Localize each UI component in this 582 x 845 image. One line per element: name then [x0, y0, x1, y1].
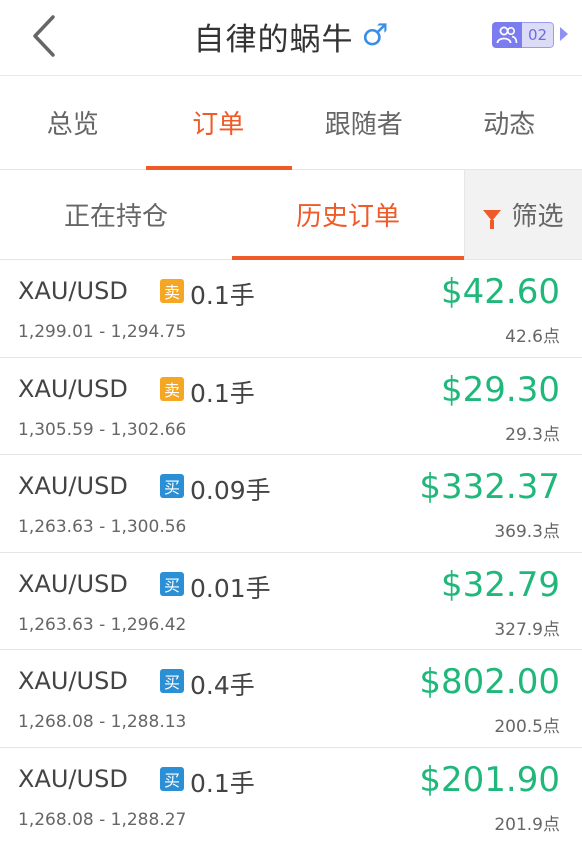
- group-users-icon: [492, 22, 522, 48]
- order-points: 42.6点: [505, 327, 560, 347]
- group-count: 02: [522, 22, 554, 48]
- order-lots: 0.1手: [190, 378, 255, 408]
- order-points: 29.3点: [505, 424, 560, 445]
- order-symbol: XAU/USD: [18, 569, 128, 598]
- order-lots: 0.1手: [190, 768, 255, 798]
- order-profit: $29.30: [441, 369, 560, 410]
- order-lots: 0.09手: [190, 476, 271, 506]
- subtab-open-positions[interactable]: 正在持仓: [0, 170, 232, 259]
- sell-badge: 卖: [160, 279, 184, 303]
- filter-label: 筛选: [511, 202, 564, 232]
- history-order-list: XAU/USD 卖 0.1手 1,299.01 - 1,294.75 $42.6…: [0, 260, 582, 845]
- tab-orders[interactable]: 订单: [145, 76, 291, 170]
- caret-right-icon[interactable]: [560, 27, 568, 41]
- order-points: 201.9点: [494, 814, 560, 835]
- order-price-range: 1,263.63 - 1,296.42: [18, 614, 187, 635]
- order-row[interactable]: XAU/USD 买 0.01手 1,263.63 - 1,296.42 $32.…: [0, 553, 582, 651]
- sell-badge: 卖: [160, 376, 184, 401]
- main-tabs: 总览 订单 跟随者 动态: [0, 76, 582, 170]
- order-symbol: XAU/USD: [18, 764, 128, 793]
- tab-followers[interactable]: 跟随者: [291, 76, 437, 169]
- buy-badge: 买: [160, 474, 184, 499]
- order-row[interactable]: XAU/USD 卖 0.1手 1,299.01 - 1,294.75 $42.6…: [0, 260, 582, 358]
- order-points: 327.9点: [494, 619, 560, 640]
- filter-button[interactable]: 筛选: [464, 170, 582, 259]
- order-row[interactable]: XAU/USD 买 0.09手 1,263.63 - 1,300.56 $332…: [0, 455, 582, 553]
- order-profit: $32.79: [441, 564, 560, 605]
- order-subtabs: 正在持仓 历史订单 筛选: [0, 170, 582, 260]
- order-price-range: 1,299.01 - 1,294.75: [18, 322, 187, 342]
- page-title: 自律的蜗牛: [193, 21, 354, 58]
- order-points: 369.3点: [494, 522, 560, 543]
- order-lots: 0.4手: [190, 671, 255, 701]
- order-profit: $201.90: [419, 759, 560, 800]
- order-price-range: 1,268.08 - 1,288.13: [18, 712, 187, 733]
- order-symbol: XAU/USD: [18, 667, 128, 696]
- tab-activity[interactable]: 动态: [437, 76, 582, 169]
- order-price-range: 1,268.08 - 1,288.27: [18, 809, 187, 830]
- buy-badge: 买: [160, 571, 184, 596]
- tab-overview[interactable]: 总览: [0, 76, 146, 169]
- subtab-history-orders[interactable]: 历史订单: [232, 170, 464, 260]
- group-button[interactable]: 02: [492, 22, 554, 48]
- order-symbol: XAU/USD: [18, 472, 128, 501]
- buy-badge: 买: [160, 766, 184, 791]
- funnel-icon: [483, 210, 502, 229]
- order-points: 200.5点: [494, 717, 560, 738]
- order-lots: 0.01手: [190, 573, 271, 603]
- back-button[interactable]: [24, 12, 64, 60]
- order-price-range: 1,305.59 - 1,302.66: [18, 419, 187, 440]
- order-profit: $332.37: [419, 467, 560, 508]
- order-row[interactable]: XAU/USD 买 0.1手 1,268.08 - 1,288.27 $201.…: [0, 748, 582, 845]
- top-bar: 自律的蜗牛 ♂ 02: [0, 0, 582, 76]
- order-row[interactable]: XAU/USD 买 0.4手 1,268.08 - 1,288.13 $802.…: [0, 650, 582, 748]
- order-profit: $802.00: [419, 662, 560, 703]
- order-lots: 0.1手: [190, 281, 255, 310]
- order-symbol: XAU/USD: [18, 374, 128, 403]
- order-profit: $42.60: [441, 272, 560, 312]
- order-symbol: XAU/USD: [18, 277, 128, 305]
- male-gender-icon: ♂: [361, 18, 389, 53]
- order-price-range: 1,263.63 - 1,300.56: [18, 517, 187, 538]
- chevron-left-icon: [33, 15, 55, 57]
- buy-badge: 买: [160, 669, 184, 694]
- order-row[interactable]: XAU/USD 卖 0.1手 1,305.59 - 1,302.66 $29.3…: [0, 358, 582, 456]
